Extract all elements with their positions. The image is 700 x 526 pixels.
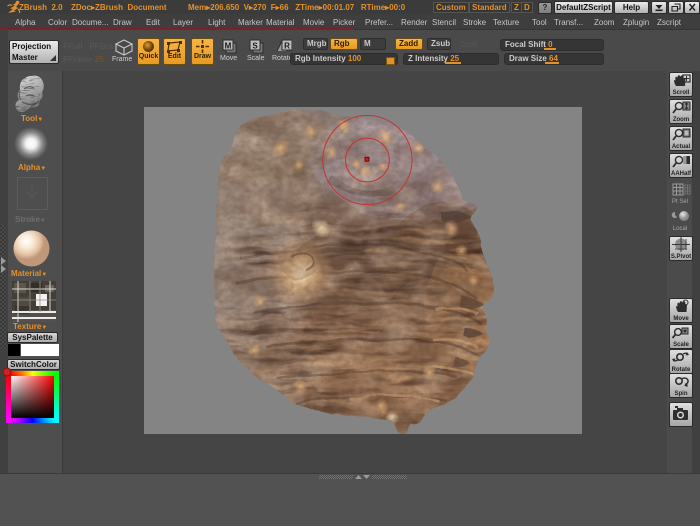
svg-text:S: S [252,42,258,51]
svg-text:M: M [225,42,232,51]
svg-text:R: R [284,42,290,51]
